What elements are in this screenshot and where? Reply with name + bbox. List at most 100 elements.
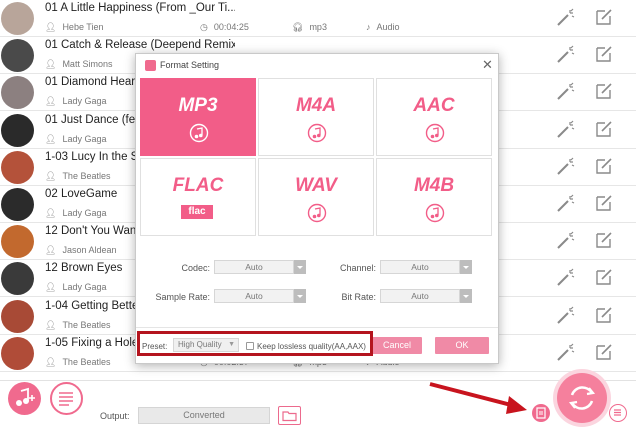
track-artist: 👤︎ Hebe Tien [45, 22, 104, 32]
convert-history-button[interactable] [532, 404, 550, 422]
edit-icon[interactable] [594, 156, 614, 176]
document-icon [536, 407, 546, 419]
music-note-icon [425, 203, 445, 223]
magic-wand-icon[interactable] [554, 230, 576, 252]
duration: ◷ 00:04:25 [200, 22, 249, 32]
magic-wand-icon[interactable] [554, 44, 576, 66]
track-artist: 👤︎ Jason Aldean [45, 245, 117, 256]
user-icon: 👤︎ [45, 59, 57, 70]
album-cover [1, 262, 34, 296]
edit-icon[interactable] [594, 267, 614, 287]
ok-button[interactable]: OK [435, 337, 489, 354]
chevron-down-icon[interactable] [460, 289, 472, 303]
magic-wand-icon[interactable] [554, 305, 576, 327]
edit-icon[interactable] [594, 119, 614, 139]
user-icon: 👤︎ [45, 245, 57, 256]
codec-select[interactable]: Auto [214, 260, 294, 274]
track-artist: 👤︎ Lady Gaga [45, 96, 107, 107]
album-cover [1, 188, 34, 221]
edit-icon[interactable] [594, 81, 614, 101]
file-format: 🎧︎mp3 [292, 22, 327, 32]
sample-rate-select[interactable]: Auto [214, 289, 294, 303]
track-artist: 👤︎ Lady Gaga [45, 208, 107, 218]
bit-rate-select[interactable]: Auto [380, 289, 460, 303]
cancel-button[interactable]: Cancel [372, 337, 422, 354]
format-label: AAC [413, 95, 455, 116]
edit-icon[interactable] [594, 342, 614, 362]
folder-icon [282, 411, 297, 422]
magic-wand-icon[interactable] [554, 7, 576, 29]
track-artist: 👤︎ The Beatles [45, 319, 111, 330]
edit-icon[interactable] [594, 193, 614, 213]
clock-icon: ◷ [200, 22, 208, 32]
user-icon: 👤︎ [45, 208, 57, 218]
dialog-title: Format Setting [160, 60, 220, 70]
magic-wand-icon[interactable] [554, 193, 576, 215]
edit-icon[interactable] [594, 230, 614, 250]
track-title: 01 A Little Happiness (From _Our Ti... [45, 2, 235, 14]
album-cover [1, 336, 34, 370]
convert-icon [568, 386, 596, 410]
add-music-button[interactable] [8, 382, 41, 415]
convert-button[interactable] [557, 373, 607, 423]
magic-wand-icon[interactable] [554, 342, 576, 364]
format-label: MP3 [178, 95, 218, 116]
user-icon: 👤︎ [45, 170, 57, 181]
user-icon: 👤︎ [45, 133, 57, 144]
format-label: M4B [413, 175, 455, 196]
channel-label: Channel: [339, 263, 376, 273]
track-row[interactable]: 01 A Little Happiness (From _Our Ti... 👤︎… [0, 0, 636, 37]
format-grid: MP3 M4A AAC FLAC flac WAV M4B [140, 78, 496, 236]
channel-select[interactable]: Auto [380, 260, 460, 274]
output-path-field[interactable]: Converted [138, 407, 270, 424]
music-note-icon [425, 123, 445, 143]
user-icon: 👤︎ [45, 282, 57, 293]
album-cover [1, 299, 34, 333]
track-artist: 👤︎ The Beatles [45, 356, 111, 367]
edit-icon[interactable] [594, 44, 614, 64]
track-artist: 👤︎ Lady Gaga [45, 133, 107, 144]
chevron-down-icon[interactable] [460, 260, 472, 274]
bit-rate-label: Bit Rate: [341, 292, 376, 302]
user-icon: 👤︎ [45, 319, 57, 330]
track-artist: 👤︎ The Beatles [45, 170, 111, 181]
headphones-icon: 🎧︎ [292, 22, 304, 32]
edit-icon[interactable] [594, 7, 614, 27]
chevron-down-icon[interactable] [294, 260, 306, 274]
music-note-icon: ♪ [366, 22, 371, 32]
user-icon: 👤︎ [45, 22, 57, 32]
chevron-down-icon[interactable] [294, 289, 306, 303]
output-label: Output: [100, 411, 130, 421]
magic-wand-icon[interactable] [554, 156, 576, 178]
music-note-icon [307, 203, 327, 223]
format-option-m4a[interactable]: M4A [258, 78, 374, 156]
magic-wand-icon[interactable] [554, 119, 576, 141]
open-folder-button[interactable] [278, 406, 301, 425]
close-icon[interactable]: ✕ [482, 57, 493, 73]
album-cover [1, 2, 34, 35]
magic-wand-icon[interactable] [554, 267, 576, 289]
bottom-bar: Output: Converted [0, 380, 636, 429]
track-artist: 👤︎ Matt Simons [45, 59, 113, 70]
magic-wand-icon[interactable] [554, 81, 576, 103]
album-cover [1, 113, 34, 147]
format-option-flac[interactable]: FLAC flac [140, 158, 256, 236]
album-cover [1, 76, 34, 110]
album-cover [1, 225, 34, 259]
annotation-highlight-box [137, 331, 373, 356]
menu-button[interactable] [609, 404, 627, 422]
music-note-icon [189, 123, 209, 143]
format-label: M4A [295, 95, 337, 116]
format-option-m4b[interactable]: M4B [376, 158, 492, 236]
sample-rate-label: Sample Rate: [155, 292, 210, 302]
format-setting-dialog: Format Setting ✕ MP3 M4A AAC FLAC flac WAV M4B… [135, 53, 499, 364]
music-add-icon [16, 387, 35, 406]
edit-icon[interactable] [594, 305, 614, 325]
playlist-add-button[interactable] [50, 382, 83, 415]
format-label: FLAC [172, 175, 224, 196]
format-option-wav[interactable]: WAV [258, 158, 374, 236]
media-type: ♪Audio [366, 22, 400, 32]
format-option-mp3[interactable]: MP3 [140, 78, 256, 156]
format-option-aac[interactable]: AAC [376, 78, 492, 156]
menu-icon [614, 409, 621, 416]
